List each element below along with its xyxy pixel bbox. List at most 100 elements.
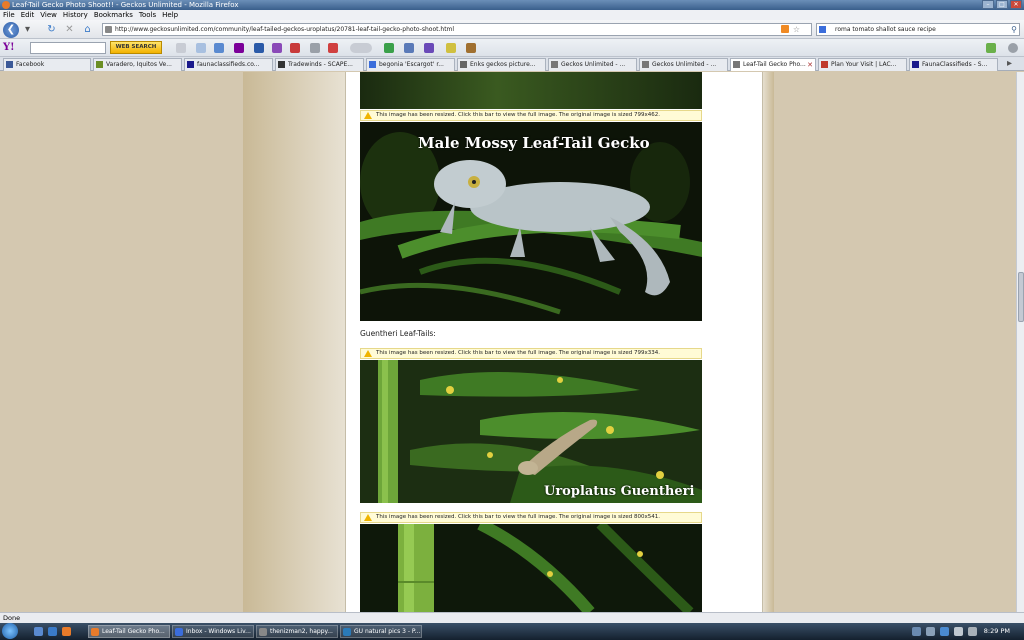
tray-app-icon[interactable] [940,627,949,636]
maximize-button[interactable]: □ [996,0,1008,9]
toolbar-music-icon[interactable] [424,43,434,53]
yahoo-search-input[interactable] [30,42,106,54]
close-button[interactable]: ✕ [1010,0,1022,9]
warning-icon [364,350,372,357]
task-label: Inbox - Windows Liv... [186,628,251,635]
toolbar-cloud-icon[interactable] [350,43,372,53]
tab-begonia[interactable]: begonia 'Escargot' r... [366,58,455,71]
mossy-gecko-photo[interactable]: Male Mossy Leaf-Tail Gecko [360,122,702,321]
page-side-margin-right [762,72,774,612]
tab-plan-your-visit[interactable]: Plan Your Visit | LAC... [818,58,907,71]
taskbar-firefox[interactable]: Leaf-Tail Gecko Pho... [88,625,170,638]
vertical-scrollbar[interactable] [1016,72,1024,612]
site-favicon-icon [105,26,112,33]
taskbar-photo-editor[interactable]: GU natural pics 3 - P... [340,625,422,638]
ie-quicklaunch-icon[interactable] [48,627,57,636]
tray-security-icon[interactable] [954,627,963,636]
menu-bookmarks[interactable]: Bookmarks [94,10,133,20]
status-bar: Done [0,612,1024,623]
web-search-button[interactable]: WEB SEARCH [110,41,162,54]
image-resized-notice[interactable]: This image has been resized. Click this … [360,348,702,359]
tab-faunaclassifieds[interactable]: faunaclassifieds.co... [184,58,273,71]
menu-bar: File Edit View History Bookmarks Tools H… [0,10,1024,20]
toolbar-yahoo-icon[interactable] [234,43,244,53]
tab-varadero[interactable]: Varadero, Iquitos Ve... [93,58,182,71]
firefox-quicklaunch-icon[interactable] [62,627,71,636]
photo-caption: Uroplatus Guentheri [544,484,695,499]
back-button[interactable]: ❮ [3,22,19,38]
toolbar-mail-icon[interactable] [214,43,224,53]
tray-misc-icon[interactable] [968,627,977,636]
task-label: thenizman2, happy... [270,628,333,635]
url-bar[interactable]: http://www.geckosunlimited.com/community… [102,23,812,36]
taskbar-chat[interactable]: thenizman2, happy... [256,625,338,638]
menu-view[interactable]: View [40,10,57,20]
minimize-button[interactable]: – [982,0,994,9]
tab-label: Tradewinds - SCAPE... [288,61,353,68]
start-button-icon[interactable] [2,623,18,639]
tab-label: Geckos Unlimited - ... [652,61,717,68]
guentheri-gecko-image [360,360,702,503]
rss-feed-icon[interactable] [781,25,789,33]
tab-label: begonia 'Escargot' r... [379,61,444,68]
url-text: http://www.geckosunlimited.com/community… [115,26,455,33]
tab-enks-geckos[interactable]: Enks geckos picture... [457,58,546,71]
menu-file[interactable]: File [3,10,15,20]
tab-geckos-unlimited-1[interactable]: Geckos Unlimited - ... [548,58,637,71]
menu-history[interactable]: History [63,10,88,20]
tab-geckos-unlimited-2[interactable]: Geckos Unlimited - ... [639,58,728,71]
reload-icon[interactable]: ↻ [46,24,57,35]
scrollbar-thumb[interactable] [1018,272,1024,322]
toolbar-options-icon[interactable] [1008,43,1018,53]
guentheri-gecko-photo[interactable]: Uroplatus Guentheri [360,360,702,503]
toolbar-alert-icon[interactable] [328,43,338,53]
image-resized-notice[interactable]: This image has been resized. Click this … [360,110,702,121]
gecko-favicon-icon [551,61,558,68]
bookmark-star-icon[interactable]: ☆ [793,24,800,35]
forward-dropdown-icon[interactable]: ▾ [22,24,33,35]
tab-tradewinds[interactable]: Tradewinds - SCAPE... [275,58,364,71]
toolbar-games-icon[interactable] [446,43,456,53]
toolbar-finance-icon[interactable] [404,43,414,53]
taskbar-windows-live-mail[interactable]: Inbox - Windows Liv... [172,625,254,638]
menu-edit[interactable]: Edit [21,10,35,20]
toolbar-page-icon[interactable] [196,43,206,53]
taskbar-clock[interactable]: 8:29 PM [984,625,1010,637]
stop-icon[interactable]: ✕ [64,24,75,35]
menu-help[interactable]: Help [162,10,178,20]
tray-network-icon[interactable] [912,627,921,636]
search-engine-icon[interactable] [819,26,826,33]
toolbar-settings-icon[interactable] [176,43,186,53]
tab-faunaclassifieds-2[interactable]: FaunaClassifieds - S... [909,58,998,71]
tray-volume-icon[interactable] [926,627,935,636]
tab-label: Facebook [16,61,45,68]
post-content: This image has been resized. Click this … [345,72,763,612]
search-go-icon[interactable]: ⚲ [1011,24,1017,35]
search-bar[interactable]: roma tomato shallot sauce recipe ⚲ [816,23,1020,36]
navigation-toolbar: ❮ ▾ ↻ ✕ ⌂ http://www.geckosunlimited.com… [0,20,1024,39]
tab-facebook[interactable]: Facebook [3,58,91,71]
gecko-favicon-icon [642,61,649,68]
photo-editor-icon [343,628,351,636]
home-icon[interactable]: ⌂ [82,24,93,35]
tab-strip: Facebook Varadero, Iquitos Ve... faunacl… [0,57,1024,71]
yahoo-logo[interactable]: Y! [3,42,15,53]
toolbar-shopping-icon[interactable] [466,43,476,53]
bamboo-gecko-photo[interactable] [360,524,702,612]
toolbar-add-icon[interactable] [986,43,996,53]
toolbar-sports-icon[interactable] [384,43,394,53]
toolbar-news-icon[interactable] [290,43,300,53]
window-title: Leaf-Tail Gecko Photo Shoot!! - Geckos U… [12,1,239,9]
close-tab-icon[interactable]: ✕ [807,59,813,71]
tab-list-icon[interactable]: ▸ [1004,58,1015,69]
warning-icon [364,514,372,521]
tab-leaf-tail-gecko[interactable]: Leaf-Tail Gecko Pho... ✕ [730,58,816,71]
toolbar-messenger-icon[interactable] [254,43,264,53]
yahoo-toolbar: Y! WEB SEARCH [0,39,1024,57]
toolbar-answers-icon[interactable] [272,43,282,53]
menu-tools[interactable]: Tools [139,10,156,20]
toolbar-bookmarks-icon[interactable] [310,43,320,53]
image-resized-notice[interactable]: This image has been resized. Click this … [360,512,702,523]
show-desktop-icon[interactable] [34,627,43,636]
task-label: GU natural pics 3 - P... [354,628,421,635]
